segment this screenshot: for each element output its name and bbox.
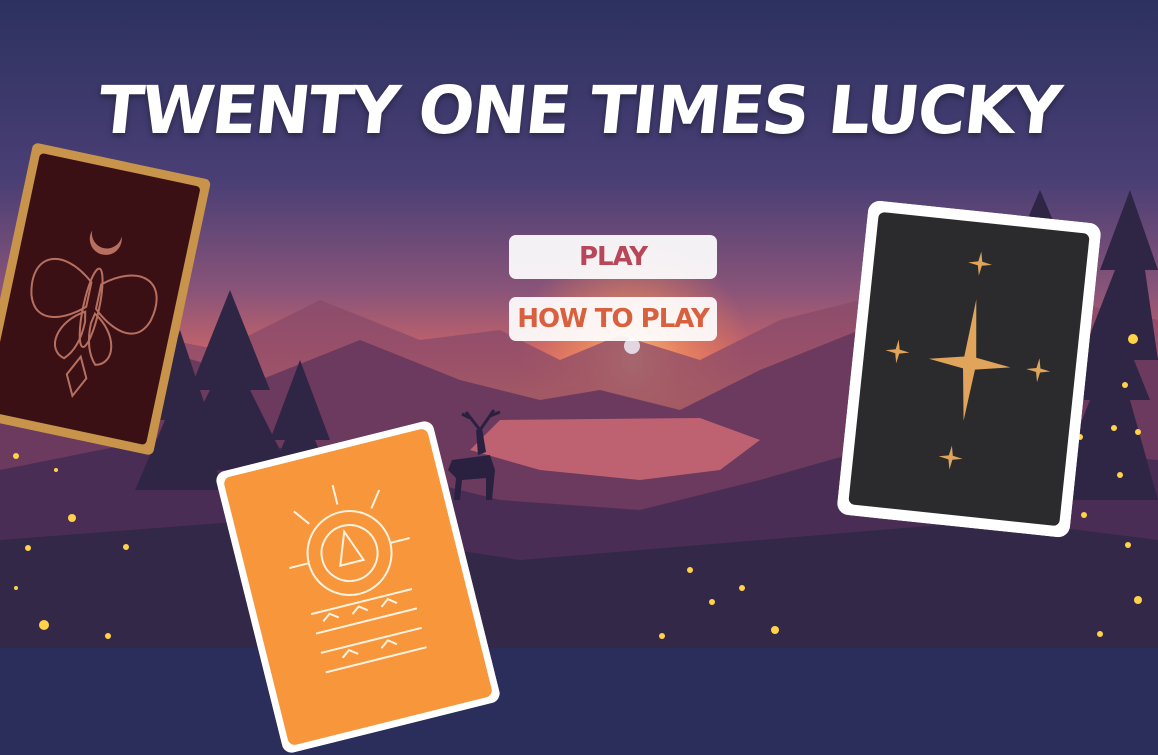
how-to-play-button[interactable]: HOW TO PLAY xyxy=(509,297,717,341)
star-card[interactable] xyxy=(836,200,1102,539)
game-title: TWENTY ONE TIMES LUCKY xyxy=(94,72,1064,149)
play-button[interactable]: PLAY xyxy=(509,235,717,279)
